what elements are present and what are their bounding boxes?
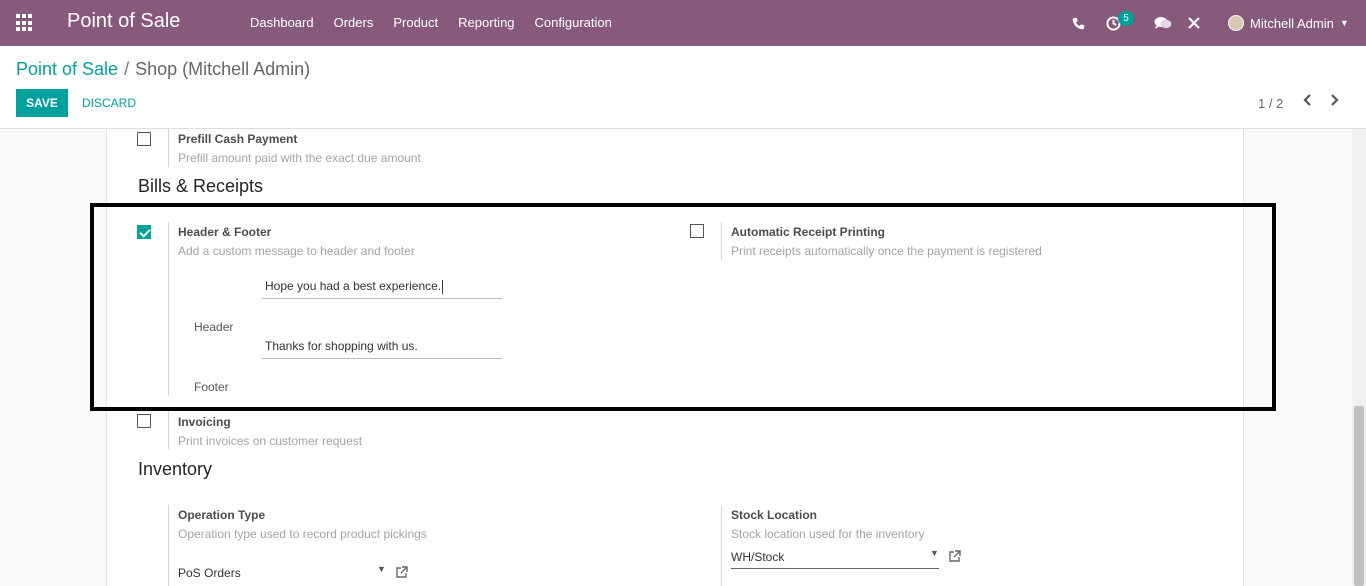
- external-link-icon[interactable]: [395, 566, 409, 580]
- user-name: Mitchell Admin: [1250, 15, 1334, 31]
- inventory-section-title: Inventory: [138, 459, 213, 479]
- breadcrumb-current: Shop (Mitchell Admin): [135, 59, 311, 79]
- divider: [168, 411, 169, 449]
- operation-type-desc: Operation type used to record product pi…: [178, 527, 427, 541]
- form-content: Prefill Cash Payment Prefill amount paid…: [0, 129, 1366, 586]
- stock-location-title: Stock Location: [731, 508, 818, 522]
- divider: [168, 129, 169, 167]
- prefill-cash-desc: Prefill amount paid with the exact due a…: [178, 151, 421, 165]
- scrollbar[interactable]: [1352, 129, 1366, 586]
- divider: [168, 505, 169, 586]
- menu-reporting[interactable]: Reporting: [448, 0, 524, 46]
- external-link-icon[interactable]: [948, 550, 962, 564]
- app-title[interactable]: Point of Sale: [67, 10, 180, 33]
- highlight-box: [90, 203, 1276, 411]
- activity-count-badge: 5: [1118, 11, 1134, 26]
- stock-location-select[interactable]: WH/Stock: [731, 547, 939, 569]
- avatar: [1228, 15, 1244, 31]
- prefill-cash-checkbox[interactable]: [137, 132, 151, 146]
- scrollbar-thumb[interactable]: [1354, 406, 1364, 586]
- menu-dashboard[interactable]: Dashboard: [240, 0, 324, 46]
- stock-location-desc: Stock location used for the inventory: [731, 527, 925, 541]
- menu-product[interactable]: Product: [383, 0, 448, 46]
- divider: [721, 505, 722, 586]
- save-button[interactable]: SAVE: [16, 89, 68, 117]
- main-menu: Dashboard Orders Product Reporting Confi…: [240, 0, 622, 46]
- invoicing-checkbox[interactable]: [137, 414, 151, 428]
- chevron-right-icon[interactable]: [1330, 93, 1340, 111]
- pager-value[interactable]: 1 / 2: [1258, 96, 1283, 111]
- invoicing-title: Invoicing: [178, 415, 231, 429]
- chevron-down-icon: ▼: [1339, 18, 1349, 28]
- menu-orders[interactable]: Orders: [324, 0, 384, 46]
- apps-menu-icon[interactable]: [16, 14, 34, 32]
- top-navbar: Point of Sale Dashboard Orders Product R…: [0, 0, 1366, 46]
- close-icon[interactable]: [1188, 0, 1200, 46]
- menu-configuration[interactable]: Configuration: [525, 0, 622, 46]
- breadcrumb-separator: /: [124, 59, 130, 79]
- control-panel: Point of Sale / Shop (Mitchell Admin) SAVE…: [0, 46, 1366, 129]
- breadcrumb: Point of Sale / Shop (Mitchell Admin): [16, 59, 310, 80]
- chevron-left-icon[interactable]: [1302, 93, 1312, 111]
- prefill-cash-title: Prefill Cash Payment: [178, 132, 298, 146]
- chat-icon[interactable]: [1154, 0, 1172, 46]
- bills-section-title: Bills & Receipts: [138, 176, 264, 196]
- caret-down-icon[interactable]: ▼: [377, 564, 386, 574]
- phone-icon[interactable]: [1072, 0, 1085, 46]
- discard-button[interactable]: DISCARD: [78, 89, 140, 117]
- operation-type-select[interactable]: PoS Orders: [178, 563, 388, 585]
- operation-type-title: Operation Type: [178, 508, 266, 522]
- invoicing-desc: Print invoices on customer request: [178, 434, 363, 448]
- user-menu[interactable]: Mitchell Admin ▼: [1228, 0, 1349, 46]
- caret-down-icon[interactable]: ▼: [930, 548, 939, 558]
- breadcrumb-parent[interactable]: Point of Sale: [16, 59, 118, 79]
